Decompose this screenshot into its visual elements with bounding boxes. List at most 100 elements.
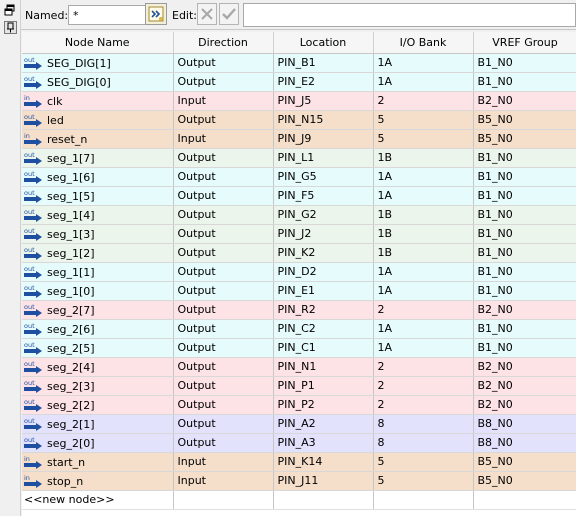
location-cell[interactable]: PIN_E2 (273, 72, 374, 92)
io-bank-cell[interactable]: 2 (373, 91, 474, 111)
location-cell[interactable]: PIN_C1 (273, 338, 374, 358)
location-cell[interactable]: PIN_C2 (273, 319, 374, 339)
direction-cell[interactable]: Output (173, 186, 274, 206)
node-name-cell[interactable]: in start_n (22, 452, 174, 472)
io-bank-cell[interactable]: 2 (373, 395, 474, 415)
io-bank-cell[interactable]: 2 (373, 300, 474, 320)
vref-group-cell[interactable]: B1_N0 (473, 148, 576, 168)
vref-group-cell[interactable]: B1_N0 (473, 186, 576, 206)
node-name-cell[interactable]: out seg_2[2] (22, 395, 174, 415)
vref-group-cell[interactable]: B5_N0 (473, 471, 576, 491)
vref-group-cell[interactable]: B8_N0 (473, 433, 576, 453)
node-name-cell[interactable]: in stop_n (22, 471, 174, 491)
direction-cell[interactable]: Output (173, 262, 274, 282)
direction-cell[interactable]: Input (173, 452, 274, 472)
location-cell[interactable]: PIN_K14 (273, 452, 374, 472)
location-cell[interactable]: PIN_A3 (273, 433, 374, 453)
pin-dock-icon[interactable] (4, 21, 17, 34)
io-bank-cell[interactable]: 8 (373, 414, 474, 434)
table-row[interactable]: out seg_2[5] Output PIN_C1 1A B1_N0 (22, 338, 576, 358)
location-cell[interactable]: PIN_N15 (273, 110, 374, 130)
node-name-cell[interactable]: out seg_1[4] (22, 205, 174, 225)
vref-group-cell[interactable]: B2_N0 (473, 357, 576, 377)
direction-cell[interactable]: Output (173, 300, 274, 320)
vref-group-cell[interactable]: B1_N0 (473, 281, 576, 301)
table-row[interactable]: in stop_n Input PIN_J11 5 B5_N0 (22, 471, 576, 491)
io-bank-cell[interactable]: 1A (373, 186, 474, 206)
direction-cell[interactable]: Output (173, 395, 274, 415)
io-bank-cell[interactable]: 1A (373, 167, 474, 187)
direction-cell[interactable]: Input (173, 91, 274, 111)
table-row[interactable]: out seg_1[1] Output PIN_D2 1A B1_N0 (22, 262, 576, 282)
vref-group-cell[interactable]: B1_N0 (473, 53, 576, 73)
table-row[interactable]: in start_n Input PIN_K14 5 B5_N0 (22, 452, 576, 472)
table-row[interactable]: out seg_2[3] Output PIN_P1 2 B2_N0 (22, 376, 576, 396)
window-restore-icon[interactable] (3, 3, 17, 17)
io-bank-cell[interactable]: 5 (373, 452, 474, 472)
table-row[interactable]: out seg_2[2] Output PIN_P2 2 B2_N0 (22, 395, 576, 415)
node-name-cell[interactable]: out seg_2[0] (22, 433, 174, 453)
table-row[interactable]: out seg_2[4] Output PIN_N1 2 B2_N0 (22, 357, 576, 377)
direction-cell[interactable]: Output (173, 224, 274, 244)
table-row[interactable]: out seg_1[5] Output PIN_F5 1A B1_N0 (22, 186, 576, 206)
vref-group-cell[interactable]: B8_N0 (473, 414, 576, 434)
empty-cell[interactable] (373, 490, 474, 510)
node-name-cell[interactable]: in reset_n (22, 129, 174, 149)
vref-group-cell[interactable]: B5_N0 (473, 452, 576, 472)
table-row[interactable]: out seg_2[1] Output PIN_A2 8 B8_N0 (22, 414, 576, 434)
column-header-vref-group[interactable]: VREF Group (473, 32, 576, 54)
table-row[interactable]: out seg_1[2] Output PIN_K2 1B B1_N0 (22, 243, 576, 263)
direction-cell[interactable]: Output (173, 433, 274, 453)
io-bank-cell[interactable]: 1B (373, 224, 474, 244)
node-name-cell[interactable]: out seg_2[5] (22, 338, 174, 358)
vref-group-cell[interactable]: B5_N0 (473, 110, 576, 130)
location-cell[interactable]: PIN_L1 (273, 148, 374, 168)
location-cell[interactable]: PIN_R2 (273, 300, 374, 320)
table-row[interactable]: out seg_1[6] Output PIN_G5 1A B1_N0 (22, 167, 576, 187)
direction-cell[interactable]: Output (173, 167, 274, 187)
table-row[interactable]: out seg_1[7] Output PIN_L1 1B B1_N0 (22, 148, 576, 168)
location-cell[interactable]: PIN_J9 (273, 129, 374, 149)
table-row[interactable]: out seg_1[3] Output PIN_J2 1B B1_N0 (22, 224, 576, 244)
column-header-direction[interactable]: Direction (173, 32, 274, 54)
vref-group-cell[interactable]: B1_N0 (473, 72, 576, 92)
vref-group-cell[interactable]: B1_N0 (473, 205, 576, 225)
location-cell[interactable]: PIN_A2 (273, 414, 374, 434)
table-row[interactable]: in reset_n Input PIN_J9 5 B5_N0 (22, 129, 576, 149)
node-name-cell[interactable]: out seg_1[5] (22, 186, 174, 206)
node-name-cell[interactable]: out seg_1[6] (22, 167, 174, 187)
node-name-cell[interactable]: out seg_1[3] (22, 224, 174, 244)
node-name-cell[interactable]: out seg_1[0] (22, 281, 174, 301)
table-row[interactable]: out led Output PIN_N15 5 B5_N0 (22, 110, 576, 130)
location-cell[interactable]: PIN_G2 (273, 205, 374, 225)
location-cell[interactable]: PIN_B1 (273, 53, 374, 73)
node-name-cell[interactable]: out seg_2[6] (22, 319, 174, 339)
io-bank-cell[interactable]: 5 (373, 110, 474, 130)
location-cell[interactable]: PIN_P2 (273, 395, 374, 415)
table-row[interactable]: out seg_2[0] Output PIN_A3 8 B8_N0 (22, 433, 576, 453)
io-bank-cell[interactable]: 1A (373, 338, 474, 358)
location-cell[interactable]: PIN_E1 (273, 281, 374, 301)
node-name-cell[interactable]: out seg_2[7] (22, 300, 174, 320)
empty-cell[interactable] (173, 490, 274, 510)
direction-cell[interactable]: Output (173, 319, 274, 339)
location-cell[interactable]: PIN_P1 (273, 376, 374, 396)
vref-group-cell[interactable]: B2_N0 (473, 395, 576, 415)
node-name-cell[interactable]: out led (22, 110, 174, 130)
vref-group-cell[interactable]: B2_N0 (473, 91, 576, 111)
direction-cell[interactable]: Output (173, 357, 274, 377)
direction-cell[interactable]: Output (173, 281, 274, 301)
location-cell[interactable]: PIN_J2 (273, 224, 374, 244)
table-row[interactable]: out seg_2[7] Output PIN_R2 2 B2_N0 (22, 300, 576, 320)
table-row[interactable]: out SEG_DIG[0] Output PIN_E2 1A B1_N0 (22, 72, 576, 92)
io-bank-cell[interactable]: 1A (373, 281, 474, 301)
table-row[interactable]: out seg_1[0] Output PIN_E1 1A B1_N0 (22, 281, 576, 301)
new-node-cell[interactable]: <<new node>> (22, 490, 174, 510)
vref-group-cell[interactable]: B1_N0 (473, 262, 576, 282)
edit-value-input[interactable] (243, 3, 576, 27)
node-name-cell[interactable]: out SEG_DIG[0] (22, 72, 174, 92)
vref-group-cell[interactable]: B1_N0 (473, 338, 576, 358)
table-row[interactable]: out seg_2[6] Output PIN_C2 1A B1_N0 (22, 319, 576, 339)
table-row[interactable]: out seg_1[4] Output PIN_G2 1B B1_N0 (22, 205, 576, 225)
direction-cell[interactable]: Output (173, 205, 274, 225)
